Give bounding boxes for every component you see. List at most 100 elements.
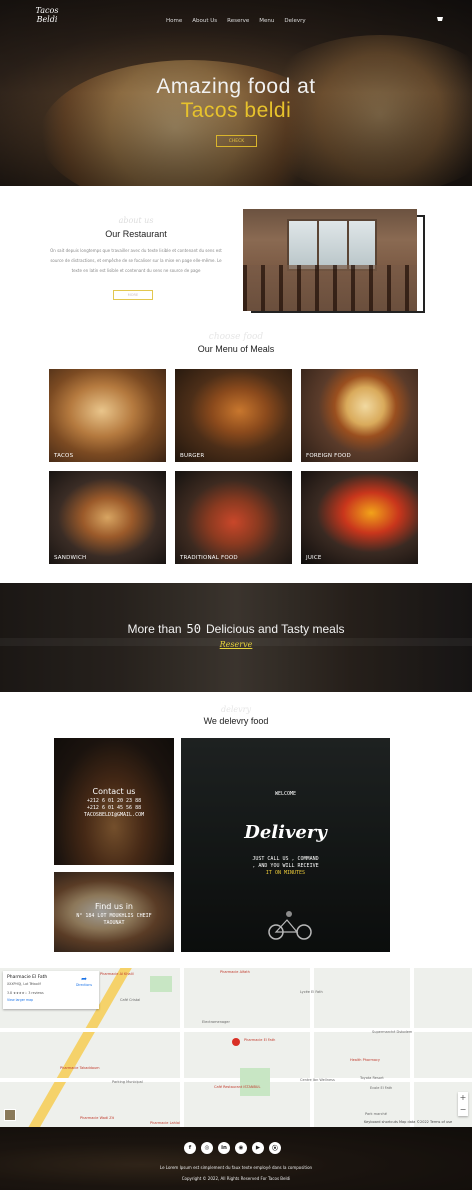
map-label: Electromenager [202,1020,230,1024]
menu-tile-traditional-food[interactable]: TRADITIONAL FOOD [175,471,292,564]
menu-title: Our Menu of Meals [197,344,275,354]
place-address: XXXPHQJ, Lot Tétaolif [7,982,41,986]
map-label: Toyota Resort [360,1076,384,1080]
map-satellite-toggle[interactable] [4,1109,16,1121]
delivery-cta-line-1: JUST CALL US , COMMAND [252,856,319,862]
whatsapp-icon[interactable]: ◎ [201,1142,213,1154]
nav-about[interactable]: About Us [192,18,217,24]
copyright: Copyright © 2022, All Rights Reserved Fo… [181,1176,291,1181]
delivery-cta-line-2: , AND YOU WILL RECEIVE [252,863,319,869]
check-button[interactable]: CHECK [216,135,257,147]
band-text-after: Delicious and Tasty meals [205,622,345,636]
linkedin-icon[interactable]: in [218,1142,230,1154]
map-park [150,976,172,992]
nav-menu[interactable]: Menu [259,18,274,24]
logo-line2: Beldi [36,15,58,24]
menu-script-heading: choose food [208,332,264,342]
reserve-link[interactable]: Reserve [0,640,472,649]
place-rating: 3.8 ★★★★☆ 3 reviews [7,991,44,995]
about-text: On sait depuis longtemps que travailler … [50,248,222,273]
band-text-before: More than [127,622,182,636]
directions-icon: ➦ [81,975,87,983]
about-more-button[interactable]: MORE [113,290,153,300]
nav-delivery[interactable]: Delevry [284,18,305,24]
map-label: Supermarché Dstodem [372,1030,413,1034]
menu-tile-label: BURGER [180,453,205,459]
facebook-icon[interactable]: f [184,1142,196,1154]
delivery-promo-card: WELCOME Delivery JUST CALL US , COMMAND … [181,738,390,952]
map-label: Pharmacie Alfath [220,970,250,974]
youtube-icon[interactable]: ▶ [252,1142,264,1154]
delivery-cta-line-3: IT ON MINUTES [265,870,306,876]
map-label: Pharmacie El Fath [244,1038,276,1042]
map-label: Pharmacie Lahlal [150,1121,180,1125]
zoom-in-button[interactable]: + [458,1092,468,1104]
find-address-1: N° 184 LOT MOUKHLIS CHEIF [76,913,152,919]
map-label: Lycée El Fath [300,990,323,994]
map-road [0,1078,472,1082]
map-road [180,968,184,1127]
map-label: Café Cristal [120,998,141,1002]
map-road [410,968,414,1127]
social-links: f ◎ in ◉ ▶ ⦿ [184,1142,281,1154]
menu-tile-label: TRADITIONAL FOOD [180,555,238,561]
find-title: Find us in [94,902,133,911]
contact-phone-1[interactable]: +212 6 01 20 23 88 [54,798,174,805]
meals-count: 50 [186,622,201,636]
main-nav: Home About Us Reserve Menu Delevry [166,18,306,24]
window-graphic [287,219,377,271]
delivery-title: We delevry food [203,716,269,726]
reserve-band [0,583,472,692]
logo[interactable]: Tacos Beldi [34,6,60,30]
hero-title-line1: Amazing food at [156,75,316,98]
menu-tile-label: FOREIGN FOOD [306,453,351,459]
map-place-card: Pharmacie El Fath XXXPHQJ, Lot Tétaolif … [3,971,99,1009]
map-label: Pharmacie Al Khalil [100,972,134,976]
contact-email[interactable]: TACOSBELDI@GMAIL.COM [54,812,174,819]
page: Tacos Beldi Home About Us Reserve Menu D… [0,0,472,1190]
menu-tile-foreign-food[interactable]: FOREIGN FOOD [301,369,418,462]
map-label: Pharmacie Wadi Zit [80,1116,114,1120]
menu-tile-juice[interactable]: JUICE [301,471,418,564]
map-label: Park marché [365,1112,387,1116]
nav-home[interactable]: Home [166,18,182,24]
map-label: Parking Municipal [112,1080,143,1084]
view-larger-map-link[interactable]: View larger map [7,998,33,1002]
zoom-out-button[interactable]: − [458,1104,468,1116]
menu-tile-tacos[interactable]: TACOS [49,369,166,462]
directions-label: Directions [75,983,93,987]
map-label: Pharmacie Takaddoum [60,1066,100,1070]
logo-line1: Tacos [35,6,59,15]
map-attribution[interactable]: Keyboard shortcuts Map data ©2022 Terms … [364,1120,452,1124]
menu-tile-sandwich[interactable]: SANDWICH [49,471,166,564]
find-address-2: TAOUNAT [103,920,125,926]
contact-card: Contact us +212 6 01 20 23 88 +212 6 01 … [54,738,174,865]
find-us-card: Find us in N° 184 LOT MOUKHLIS CHEIF TAO… [54,872,174,952]
map-label: Café Restaurant ISTANBUL [214,1085,261,1089]
map-zoom-control: + − [458,1092,468,1116]
menu-tile-label: JUICE [306,555,322,561]
map-label: Health Pharmacy [350,1058,381,1062]
directions-button[interactable]: ➦ Directions [73,975,95,987]
about-title: Our Restaurant [105,229,167,239]
place-name: Pharmacie El Fath [7,975,48,980]
menu-tile-label: SANDWICH [54,555,87,561]
welcome-label: WELCOME [274,791,297,797]
hero-title-line2: Tacos beldi [180,99,292,122]
menu-tile-burger[interactable]: BURGER [175,369,292,462]
cart-icon[interactable] [436,15,444,23]
delivery-script-word: Delivery [244,822,327,843]
location-pin-icon[interactable]: ⦿ [269,1142,281,1154]
contact-phone-2[interactable]: +212 6 01 45 56 88 [54,805,174,812]
map-label: Centre Ibn Wellness [300,1078,335,1082]
card-overlay [54,872,174,952]
band-headline: More than 50 Delicious and Tasty meals [0,622,472,636]
contact-title: Contact us [92,787,136,796]
map-label: Ecole El Fath [370,1086,393,1090]
map-marker-icon[interactable] [232,1038,240,1046]
nav-reserve[interactable]: Reserve [227,18,249,24]
tables-graphic [243,265,417,311]
instagram-icon[interactable]: ◉ [235,1142,247,1154]
restaurant-interior-image [243,209,417,311]
map-park [240,1068,270,1096]
